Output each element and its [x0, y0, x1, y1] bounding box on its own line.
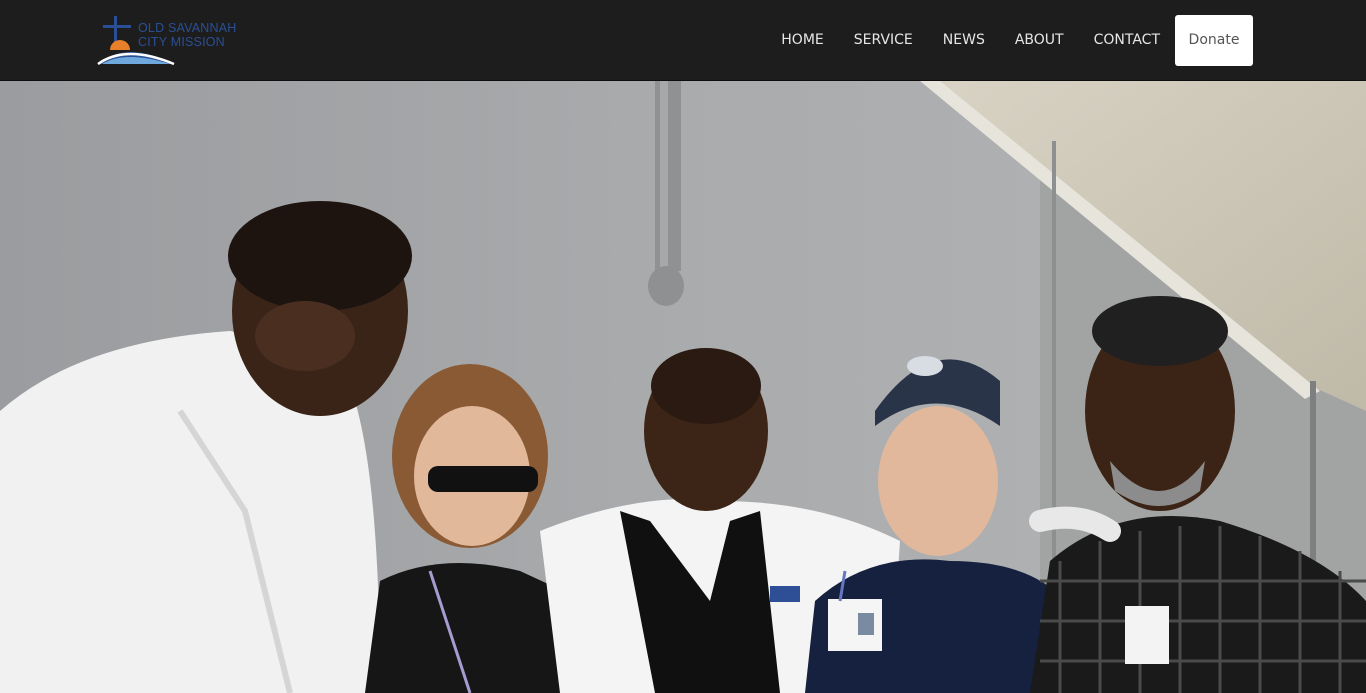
site-logo[interactable]: OLD SAVANNAH CITY MISSION	[96, 14, 256, 66]
brand-line-2: CITY MISSION	[138, 35, 225, 49]
nav-home[interactable]: HOME	[766, 30, 838, 50]
nav-about[interactable]: ABOUT	[1000, 30, 1079, 50]
nav-news[interactable]: NEWS	[928, 30, 1000, 50]
nav-service[interactable]: SERVICE	[839, 30, 928, 50]
nav-contact[interactable]: CONTACT	[1079, 30, 1175, 50]
hero-photo-volunteers	[0, 81, 1366, 693]
brand-line-1: OLD SAVANNAH	[138, 21, 237, 35]
top-navbar: OLD SAVANNAH CITY MISSION HOME SERVICE N…	[0, 0, 1366, 81]
brand-name: OLD SAVANNAH CITY MISSION	[138, 21, 237, 49]
main-nav: HOME SERVICE NEWS ABOUT CONTACT Donate	[766, 0, 1253, 80]
donate-button[interactable]: Donate	[1175, 14, 1253, 66]
hero-photo	[0, 81, 1366, 693]
